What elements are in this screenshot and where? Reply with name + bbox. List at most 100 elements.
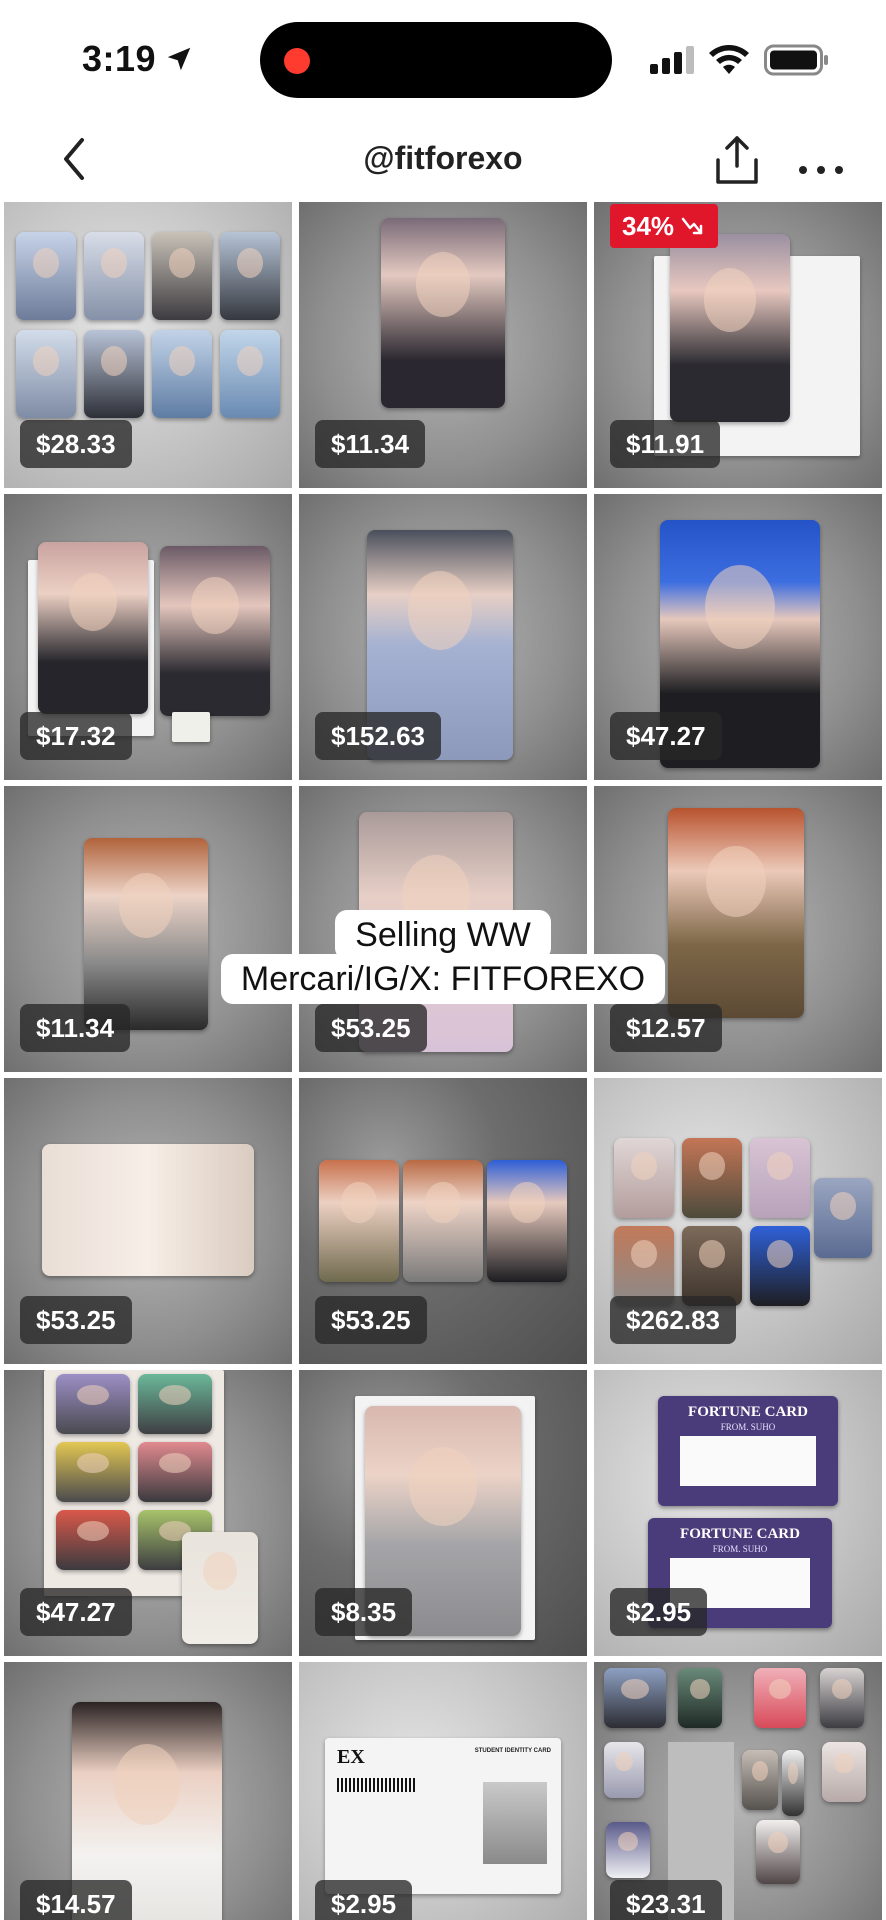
listing-tile[interactable]: EX STUDENT IDENTITY CARD $2.95 bbox=[299, 1662, 587, 1920]
id-card-logo: EX bbox=[337, 1746, 365, 1768]
student-id-card: EX STUDENT IDENTITY CARD bbox=[325, 1738, 561, 1894]
barcode-icon bbox=[337, 1778, 417, 1792]
status-time: 3:19 bbox=[82, 38, 157, 79]
price-badge: $14.57 bbox=[20, 1880, 132, 1920]
id-card-photo bbox=[483, 1782, 547, 1864]
dynamic-island bbox=[260, 22, 612, 98]
photocard bbox=[782, 1750, 804, 1816]
price-badge: $12.57 bbox=[610, 1004, 722, 1052]
photocard bbox=[138, 1442, 212, 1502]
price-badge: $53.25 bbox=[315, 1296, 427, 1344]
listing-tile[interactable]: $17.32 bbox=[4, 494, 292, 780]
photocard bbox=[403, 1160, 483, 1282]
listing-tile[interactable]: $8.35 bbox=[299, 1370, 587, 1656]
photocard bbox=[750, 1226, 810, 1306]
price-badge: $47.27 bbox=[610, 712, 722, 760]
photocard bbox=[814, 1178, 872, 1258]
price-badge: $23.31 bbox=[610, 1880, 722, 1920]
photocard bbox=[84, 330, 144, 418]
photocard bbox=[16, 232, 76, 320]
photocard bbox=[670, 234, 790, 422]
photocard bbox=[152, 330, 212, 418]
photocard bbox=[152, 232, 212, 320]
share-icon[interactable] bbox=[714, 134, 760, 186]
photocard bbox=[56, 1510, 130, 1570]
photocard bbox=[381, 218, 505, 408]
photocard bbox=[319, 1160, 399, 1282]
listing-tile[interactable]: $28.33 bbox=[4, 202, 292, 488]
caption-line-1: Selling WW bbox=[335, 910, 551, 960]
photocard bbox=[754, 1668, 806, 1728]
photocard bbox=[182, 1532, 258, 1644]
photocard bbox=[487, 1160, 567, 1282]
recording-indicator bbox=[284, 48, 310, 74]
nav-bar: @fitforexo bbox=[0, 120, 886, 200]
listing-tile[interactable]: $152.63 bbox=[299, 494, 587, 780]
photocard bbox=[682, 1226, 742, 1306]
listing-tile[interactable]: $262.83 bbox=[594, 1078, 882, 1364]
photocard bbox=[38, 542, 148, 714]
photocard bbox=[750, 1138, 810, 1218]
photocard bbox=[604, 1668, 666, 1728]
price-badge: $47.27 bbox=[20, 1588, 132, 1636]
listing-tile[interactable]: 34% $11.91 bbox=[594, 202, 882, 488]
photocard bbox=[56, 1374, 130, 1434]
photocard bbox=[84, 232, 144, 320]
price-badge: $28.33 bbox=[20, 420, 132, 468]
fortune-note bbox=[679, 1436, 817, 1486]
photocard bbox=[614, 1226, 674, 1306]
photocard bbox=[42, 1144, 254, 1276]
discount-badge: 34% bbox=[610, 204, 719, 248]
photocard bbox=[606, 1822, 650, 1878]
discount-percent: 34% bbox=[622, 211, 675, 241]
video-caption-overlay: Selling WW Mercari/IG/X: FITFOREXO bbox=[0, 910, 886, 1004]
listing-tile[interactable]: $23.31 bbox=[594, 1662, 882, 1920]
photocard bbox=[820, 1668, 864, 1728]
price-badge: $2.95 bbox=[315, 1880, 413, 1920]
listing-tile[interactable]: $47.27 bbox=[594, 494, 882, 780]
price-badge: $11.91 bbox=[610, 420, 721, 468]
price-badge: $8.35 bbox=[315, 1588, 413, 1636]
listing-tile[interactable]: FORTUNE CARD FROM. SUHO FORTUNE CARD FRO… bbox=[594, 1370, 882, 1656]
wifi-icon bbox=[709, 45, 749, 74]
listing-tile[interactable]: $47.27 bbox=[4, 1370, 292, 1656]
price-badge: $262.83 bbox=[610, 1296, 736, 1344]
photocard bbox=[756, 1820, 800, 1884]
handwritten-note bbox=[172, 712, 210, 742]
photocard bbox=[604, 1742, 644, 1798]
photocard bbox=[742, 1750, 778, 1810]
price-badge: $152.63 bbox=[315, 712, 441, 760]
id-card-title: STUDENT IDENTITY CARD bbox=[474, 1748, 551, 1754]
trending-down-icon bbox=[681, 217, 703, 235]
fortune-card: FORTUNE CARD FROM. SUHO bbox=[658, 1396, 838, 1506]
photocard bbox=[822, 1742, 866, 1802]
photocard bbox=[138, 1374, 212, 1434]
price-badge: $11.34 bbox=[315, 420, 426, 468]
price-badge: $2.95 bbox=[610, 1588, 708, 1636]
fortune-card-title: FORTUNE CARD bbox=[688, 1404, 808, 1420]
photocard bbox=[56, 1442, 130, 1502]
listing-grid: $28.33 $11.34 34% $11.91 $17.32 $152.63 bbox=[4, 202, 882, 1920]
fortune-card-from: FROM. SUHO bbox=[720, 1422, 776, 1432]
listing-tile[interactable]: $11.34 bbox=[299, 202, 587, 488]
location-arrow-icon bbox=[167, 47, 191, 71]
photocard bbox=[678, 1668, 722, 1728]
status-bar: 3:19 bbox=[0, 0, 886, 120]
photocard bbox=[220, 232, 280, 320]
price-badge: $11.34 bbox=[20, 1004, 131, 1052]
photocard bbox=[220, 330, 280, 418]
signal-bars-icon bbox=[650, 46, 694, 74]
fortune-card-from: FROM. SUHO bbox=[712, 1544, 768, 1554]
photocard bbox=[16, 330, 76, 418]
listing-tile[interactable]: $14.57 bbox=[4, 1662, 292, 1920]
caption-line-2: Mercari/IG/X: FITFOREXO bbox=[220, 954, 666, 1004]
price-badge: $17.32 bbox=[20, 712, 132, 760]
listing-tile[interactable]: $53.25 bbox=[299, 1078, 587, 1364]
photocard bbox=[682, 1138, 742, 1218]
listing-tile[interactable]: $53.25 bbox=[4, 1078, 292, 1364]
photocard bbox=[160, 546, 270, 716]
fortune-card-title: FORTUNE CARD bbox=[680, 1526, 800, 1542]
battery-icon bbox=[764, 44, 828, 76]
photocard bbox=[614, 1138, 674, 1218]
more-horizontal-icon[interactable] bbox=[796, 134, 846, 186]
